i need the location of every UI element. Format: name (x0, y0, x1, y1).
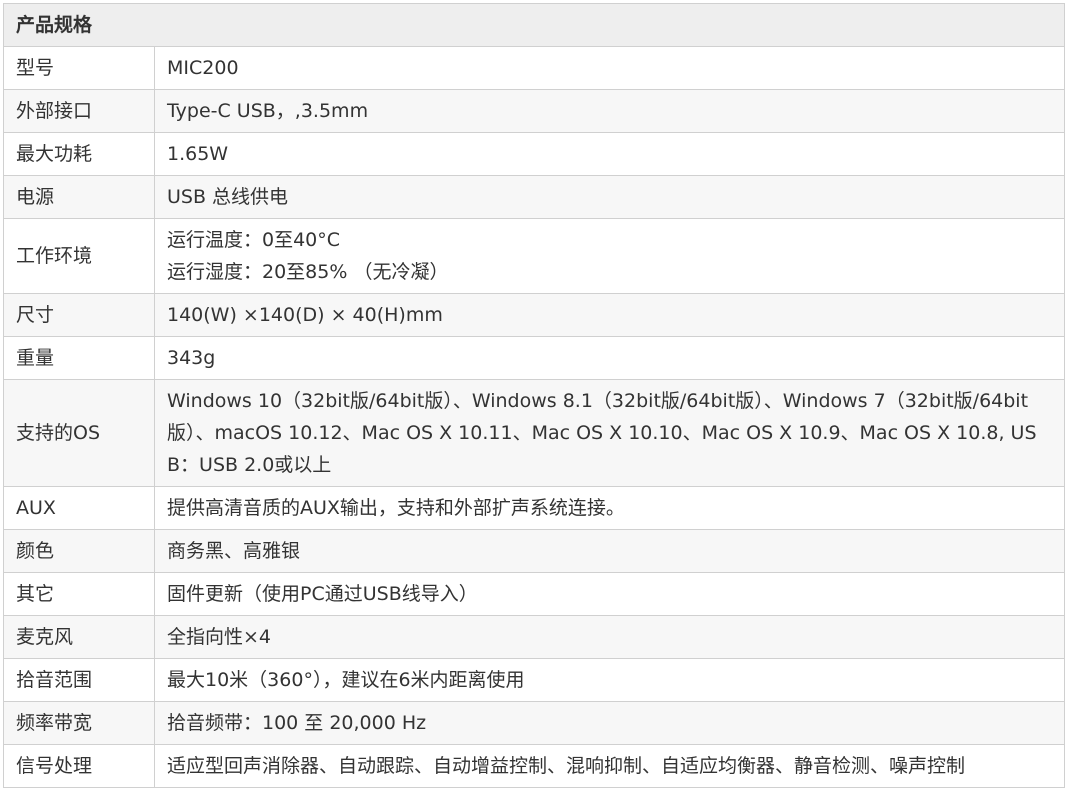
spec-value: 343g (153, 336, 1066, 380)
table-row: 工作环境 运行温度：0至40°C 运行湿度：20至85% （无冷凝） (3, 218, 1066, 294)
spec-label: 麦克风 (3, 615, 155, 659)
spec-label: 其它 (3, 572, 155, 616)
table-row: 外部接口 Type-C USB，,3.5mm (3, 89, 1066, 133)
spec-value: 固件更新（使用PC通过USB线导入） (153, 572, 1066, 616)
spec-value: 最大10米（360°），建议在6米内距离使用 (153, 658, 1066, 702)
spec-value: Windows 10（32bit版/64bit版）、Windows 8.1（32… (153, 379, 1066, 487)
table-row: AUX 提供高清音质的AUX输出，支持和外部扩声系统连接。 (3, 486, 1066, 530)
table-row: 其它 固件更新（使用PC通过USB线导入） (3, 572, 1066, 616)
table-row: 重量 343g (3, 336, 1066, 380)
spec-label: 尺寸 (3, 293, 155, 337)
spec-label: AUX (3, 486, 155, 530)
spec-label: 频率带宽 (3, 701, 155, 745)
spec-label: 最大功耗 (3, 132, 155, 176)
table-row: 频率带宽 拾音频带：100 至 20,000 Hz (3, 701, 1066, 745)
spec-value: 140(W) ×140(D) × 40(H)mm (153, 293, 1066, 337)
spec-label: 颜色 (3, 529, 155, 573)
spec-label: 信号处理 (3, 744, 155, 788)
table-header: 产品规格 (2, 3, 1066, 47)
table-row: 信号处理 适应型回声消除器、自动跟踪、自动增益控制、混响抑制、自适应均衡器、静音… (3, 744, 1066, 788)
product-spec-table: 产品规格 型号 MIC200 外部接口 Type-C USB，,3.5mm 最大… (2, 3, 1066, 788)
table-row: 电源 USB 总线供电 (3, 175, 1066, 219)
spec-label: 拾音范围 (3, 658, 155, 702)
spec-value: 商务黑、高雅银 (153, 529, 1066, 573)
table-row: 最大功耗 1.65W (3, 132, 1066, 176)
spec-label: 电源 (3, 175, 155, 219)
spec-label: 外部接口 (3, 89, 155, 133)
spec-value: 全指向性×4 (153, 615, 1066, 659)
spec-value: MIC200 (153, 46, 1066, 90)
spec-label: 重量 (3, 336, 155, 380)
spec-value: 提供高清音质的AUX输出，支持和外部扩声系统连接。 (153, 486, 1066, 530)
table-row: 麦克风 全指向性×4 (3, 615, 1066, 659)
spec-label: 工作环境 (3, 218, 155, 294)
table-row: 尺寸 140(W) ×140(D) × 40(H)mm (3, 293, 1066, 337)
spec-value: 适应型回声消除器、自动跟踪、自动增益控制、混响抑制、自适应均衡器、静音检测、噪声… (153, 744, 1066, 788)
table-row: 颜色 商务黑、高雅银 (3, 529, 1066, 573)
spec-label: 型号 (3, 46, 155, 90)
spec-value: 拾音频带：100 至 20,000 Hz (153, 701, 1066, 745)
table-row: 型号 MIC200 (3, 46, 1066, 90)
spec-value-line: 运行湿度：20至85% （无冷凝） (167, 261, 449, 283)
table-row: 拾音范围 最大10米（360°），建议在6米内距离使用 (3, 658, 1066, 702)
spec-value: 运行温度：0至40°C 运行湿度：20至85% （无冷凝） (153, 218, 1066, 294)
table-row: 支持的OS Windows 10（32bit版/64bit版）、Windows … (3, 379, 1066, 487)
spec-value: Type-C USB，,3.5mm (153, 89, 1066, 133)
spec-value-line: 运行温度：0至40°C (167, 229, 341, 251)
table-header-row: 产品规格 (2, 3, 1066, 47)
spec-label: 支持的OS (3, 379, 155, 487)
spec-value: USB 总线供电 (153, 175, 1066, 219)
spec-value: 1.65W (153, 132, 1066, 176)
